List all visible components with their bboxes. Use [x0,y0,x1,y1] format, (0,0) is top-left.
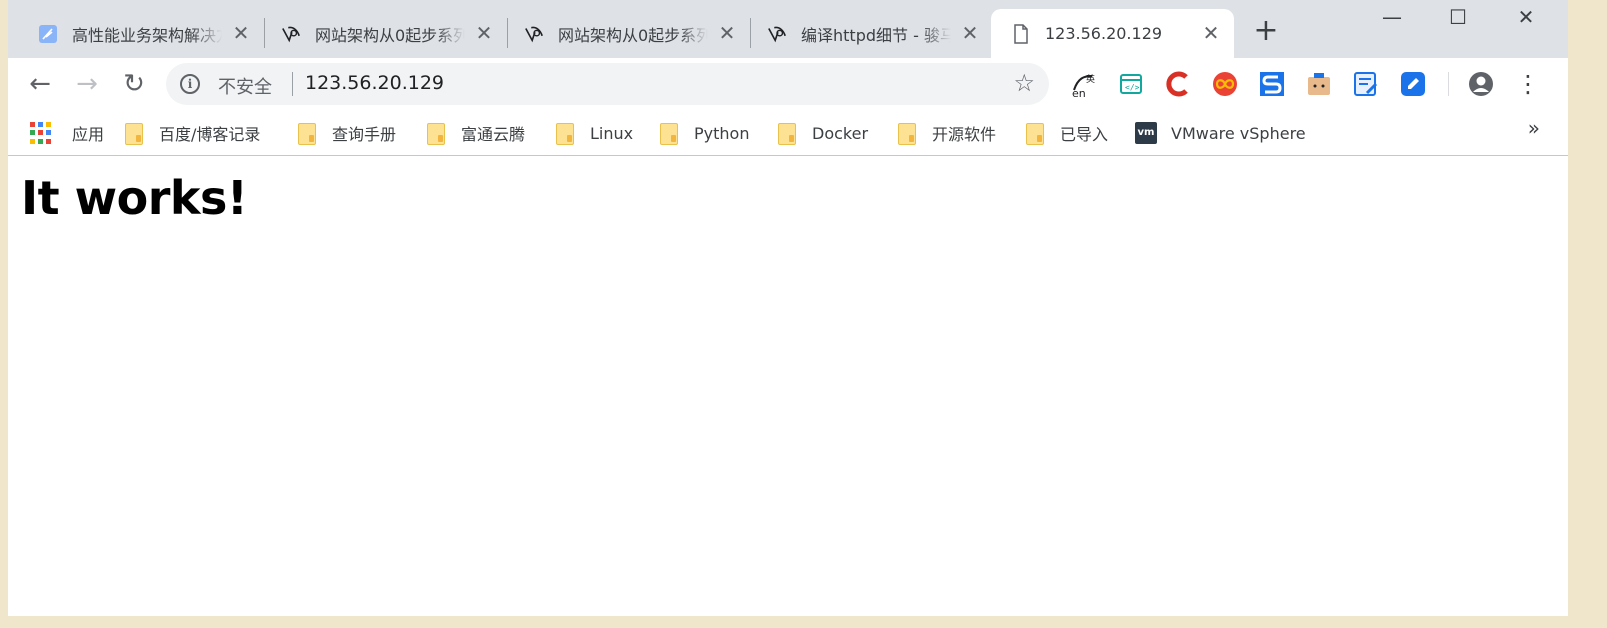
bookmark-folder[interactable]: 富通云腾 [427,120,525,146]
reload-button[interactable]: ↻ [116,66,152,102]
more-bookmarks-icon[interactable]: » [1528,116,1540,140]
s-icon[interactable] [1257,69,1287,99]
bookmark-label: Linux [590,123,634,143]
close-tab-icon[interactable]: ✕ [716,22,738,44]
close-tab-icon[interactable]: ✕ [1200,22,1222,44]
page-content: It works! [8,157,1568,616]
folder-icon [298,123,316,145]
bookmark-folder[interactable]: Docker [778,120,868,146]
apps-icon [30,122,52,144]
forward-button[interactable]: → [69,66,105,102]
logo-icon [767,24,787,44]
address-bar[interactable]: i 不安全 123.56.20.129 ☆ [166,63,1049,105]
bookmark-label: 查询手册 [332,125,397,144]
folder-icon [660,123,678,145]
minimize-button[interactable]: — [1372,4,1412,32]
tab-2[interactable]: 网站架构从0起步系列 ✕ [251,9,507,58]
toolbar: ← → ↻ i 不安全 123.56.20.129 ☆ en 英 </> ⋮ [8,58,1568,110]
bookmark-folder[interactable]: 百度/博客记录 [125,120,260,146]
logo-icon [281,24,301,44]
browser-window: 高性能业务架构解决方案 ✕ 网站架构从0起步系列 ✕ 网站架构从0起步系列 ✕ … [8,0,1568,616]
folder-icon [778,123,796,145]
info-icon[interactable]: i [180,74,200,94]
close-window-button[interactable]: ✕ [1506,4,1546,32]
translate-icon[interactable]: en 英 [1069,69,1099,99]
edit-icon[interactable] [1351,69,1381,99]
pen-icon[interactable] [1398,69,1428,99]
close-tab-icon[interactable]: ✕ [230,22,252,44]
svg-text:英: 英 [1086,73,1095,85]
url-text[interactable]: 123.56.20.129 [305,72,444,94]
bookmark-label: 百度/博客记录 [159,125,261,144]
logo-icon [524,24,544,44]
code-icon[interactable]: </> [1116,69,1146,99]
bookmark-apps[interactable]: 应用 [30,120,104,146]
bookmark-label: 富通云腾 [461,125,526,144]
bookmark-star-icon[interactable]: ☆ [1013,69,1035,97]
bookmark-label: Docker [812,123,869,143]
bookmark-label: VMware vSphere [1171,123,1306,143]
bag-icon[interactable] [1304,69,1334,99]
menu-icon[interactable]: ⋮ [1510,66,1546,102]
c-icon[interactable] [1163,69,1193,99]
bookmark-folder[interactable]: 开源软件 [898,120,996,146]
svg-text:en: en [1072,87,1086,98]
feather-icon [38,24,58,44]
toolbar-divider [1448,72,1449,96]
vmware-icon: vm [1135,122,1157,144]
bookmark-label: 已导入 [1060,125,1109,144]
maximize-button[interactable]: ☐ [1438,4,1478,32]
svg-text:</>: </> [1125,83,1140,92]
folder-icon [898,123,916,145]
bookmark-vmware[interactable]: vm VMware vSphere [1135,120,1306,146]
profile-icon[interactable] [1466,69,1496,99]
security-label[interactable]: 不安全 [218,73,272,99]
new-tab-button[interactable]: + [1248,14,1284,50]
back-button[interactable]: ← [22,66,58,102]
bookmark-folder[interactable]: Linux [556,120,633,146]
tab-4[interactable]: 编译httpd细节 - 骏马金龙 ✕ [737,9,993,58]
bookmark-folder[interactable]: Python [660,120,749,146]
bookmark-label: 应用 [72,125,105,144]
bookmark-folder[interactable]: 查询手册 [298,120,396,146]
tab-title: 网站架构从0起步系列 [315,25,465,45]
tab-title: 高性能业务架构解决方案 [72,25,222,45]
infinity-icon[interactable] [1210,69,1240,99]
tab-title: 编译httpd细节 - 骏马金龙 [801,25,951,45]
bookmarks-bar: 应用 百度/博客记录 查询手册 富通云腾 Linux Python Docker [8,110,1568,156]
close-tab-icon[interactable]: ✕ [959,22,981,44]
tab-3[interactable]: 网站架构从0起步系列 ✕ [494,9,750,58]
tab-1[interactable]: 高性能业务架构解决方案 ✕ [8,9,264,58]
tab-active[interactable]: 123.56.20.129 ✕ [991,9,1234,58]
close-tab-icon[interactable]: ✕ [473,22,495,44]
tab-title: 网站架构从0起步系列 [558,25,708,45]
folder-icon [427,123,445,145]
folder-icon [125,123,143,145]
bookmark-label: 开源软件 [932,125,997,144]
bookmark-folder[interactable]: 已导入 [1026,120,1108,146]
page-icon [1011,23,1031,44]
folder-icon [556,123,574,145]
tab-title: 123.56.20.129 [1045,24,1163,43]
tab-strip: 高性能业务架构解决方案 ✕ 网站架构从0起步系列 ✕ 网站架构从0起步系列 ✕ … [8,0,1568,58]
omnibox-separator [292,72,293,96]
folder-icon [1026,123,1044,145]
bookmark-label: Python [694,123,750,143]
page-heading: It works! [21,171,248,225]
